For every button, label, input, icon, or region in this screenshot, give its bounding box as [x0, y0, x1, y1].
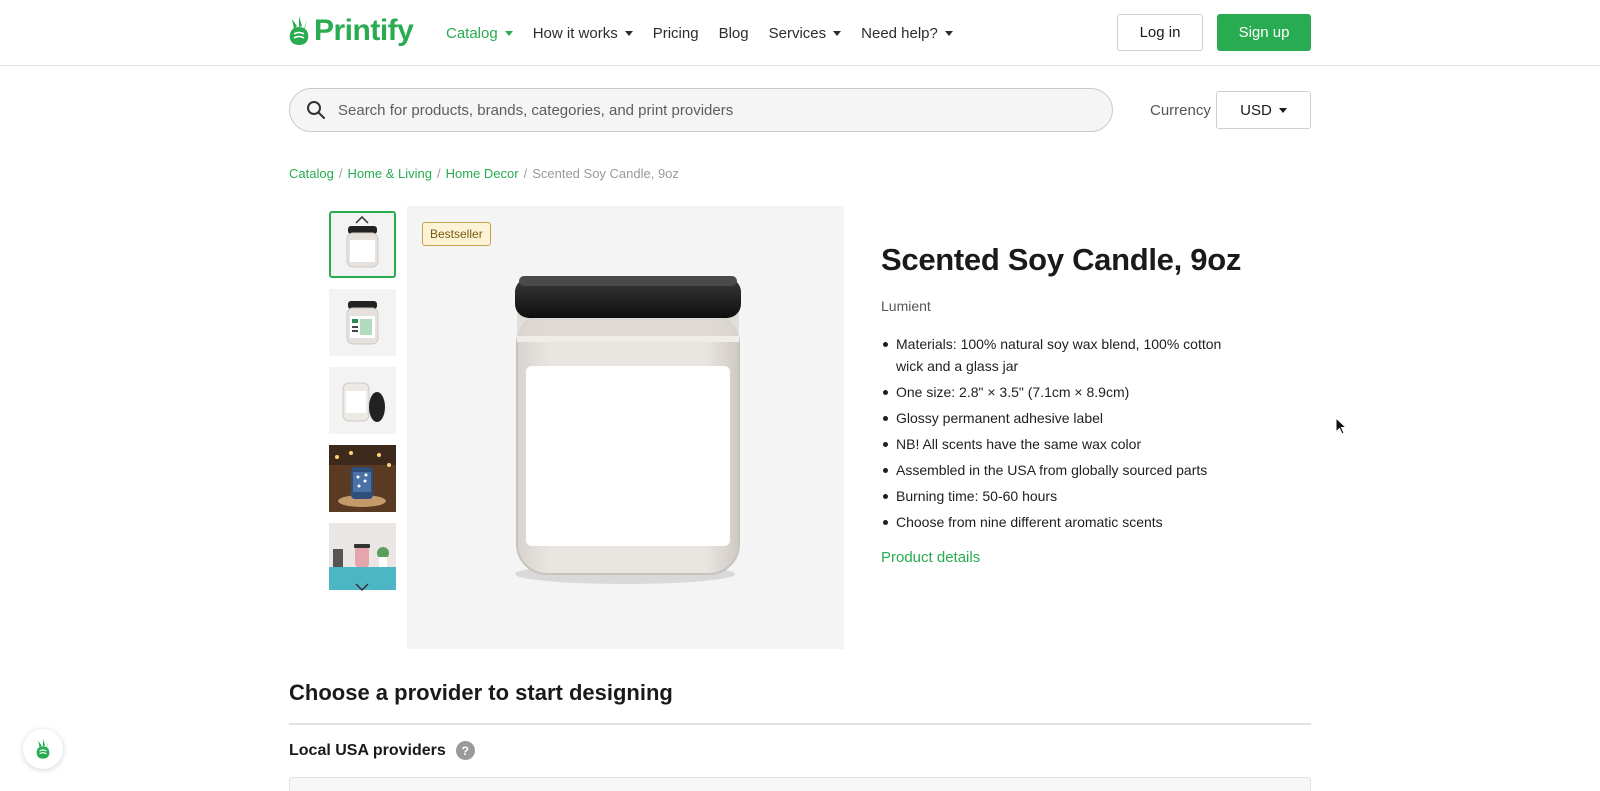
provider-card — [289, 777, 1311, 791]
nav-catalog[interactable]: Catalog — [446, 22, 513, 44]
mouse-cursor-icon — [1335, 417, 1347, 435]
printify-logo[interactable]: Printify — [288, 14, 414, 48]
search-bar[interactable] — [289, 88, 1113, 132]
candle-jar-image — [515, 276, 741, 584]
chat-logo-icon — [36, 738, 50, 759]
help-icon[interactable]: ? — [455, 741, 475, 760]
thumbnails-down-arrow-icon[interactable] — [355, 580, 369, 594]
feature-item: Glossy permanent adhesive label — [881, 407, 1251, 429]
breadcrumb-separator: / — [436, 166, 441, 181]
product-features-list: Materials: 100% natural soy wax blend, 1… — [881, 333, 1251, 537]
providers-divider — [289, 723, 1311, 725]
nav-how-it-works-label: How it works — [532, 24, 618, 42]
breadcrumb-separator: / — [338, 166, 343, 181]
logo-text: Printify — [314, 14, 414, 47]
product-title: Scented Soy Candle, 9oz — [881, 242, 1242, 277]
nav-blog-label: Blog — [718, 24, 749, 42]
chevron-down-icon — [833, 30, 842, 36]
thumbnail-list — [329, 211, 396, 601]
nav-blog[interactable]: Blog — [719, 22, 749, 44]
nav-services[interactable]: Services — [769, 22, 842, 44]
currency-value: USD — [1240, 101, 1272, 119]
feature-item: Burning time: 50-60 hours — [881, 485, 1251, 507]
candle-lifestyle-lights-image — [329, 445, 396, 512]
thumbnail-3[interactable] — [329, 367, 396, 434]
chevron-down-icon — [944, 30, 953, 36]
search-input[interactable] — [338, 101, 1112, 119]
local-providers-heading: Local USA providers ? — [289, 741, 475, 760]
chevron-down-icon — [624, 30, 633, 36]
search-icon — [307, 101, 325, 119]
providers-heading: Choose a provider to start designing — [289, 680, 673, 705]
nav-pricing[interactable]: Pricing — [653, 22, 699, 44]
login-button[interactable]: Log in — [1117, 14, 1203, 51]
thumbnails-up-arrow-icon[interactable] — [355, 213, 369, 227]
nav-how-it-works[interactable]: How it works — [533, 22, 633, 44]
printify-logo-icon — [289, 16, 309, 45]
local-providers-label: Local USA providers — [289, 741, 446, 759]
breadcrumb-catalog[interactable]: Catalog — [289, 166, 334, 181]
feature-item: One size: 2.8" × 3.5" (7.1cm × 8.9cm) — [881, 381, 1251, 403]
chat-widget-button[interactable] — [23, 729, 63, 769]
product-details-link[interactable]: Product details — [881, 549, 980, 566]
nav-pricing-label: Pricing — [652, 24, 699, 42]
breadcrumb-home-decor[interactable]: Home Decor — [446, 166, 519, 181]
feature-item: Assembled in the USA from globally sourc… — [881, 459, 1251, 481]
product-brand: Lumient — [881, 298, 931, 314]
thumbnail-4[interactable] — [329, 445, 396, 512]
breadcrumb-home-living[interactable]: Home & Living — [347, 166, 432, 181]
breadcrumb-current: Scented Soy Candle, 9oz — [532, 166, 679, 181]
feature-item: NB! All scents have the same wax color — [881, 433, 1251, 455]
chevron-down-icon — [504, 30, 513, 36]
currency-select[interactable]: USD — [1216, 91, 1311, 129]
main-product-image[interactable]: Bestseller — [407, 206, 844, 649]
feature-item: Materials: 100% natural soy wax blend, 1… — [881, 333, 1251, 377]
nav-need-help-label: Need help? — [861, 24, 938, 42]
candle-open-lid-thumbnail-image — [329, 367, 396, 434]
nav-need-help[interactable]: Need help? — [861, 22, 953, 44]
main-nav: Catalog How it works Pricing Blog Servic… — [446, 22, 973, 44]
currency-label: Currency — [1150, 102, 1211, 119]
candle-design-thumbnail-image — [329, 289, 396, 356]
feature-item: Choose from nine different aromatic scen… — [881, 511, 1251, 533]
breadcrumb-separator: / — [523, 166, 528, 181]
signup-button[interactable]: Sign up — [1217, 14, 1311, 51]
thumbnail-2[interactable] — [329, 289, 396, 356]
top-header: Printify Catalog How it works Pricing Bl… — [0, 0, 1600, 66]
chevron-down-icon — [1278, 107, 1287, 113]
nav-catalog-label: Catalog — [446, 24, 498, 42]
breadcrumb: Catalog / Home & Living / Home Decor / S… — [289, 166, 679, 181]
nav-services-label: Services — [768, 24, 827, 42]
